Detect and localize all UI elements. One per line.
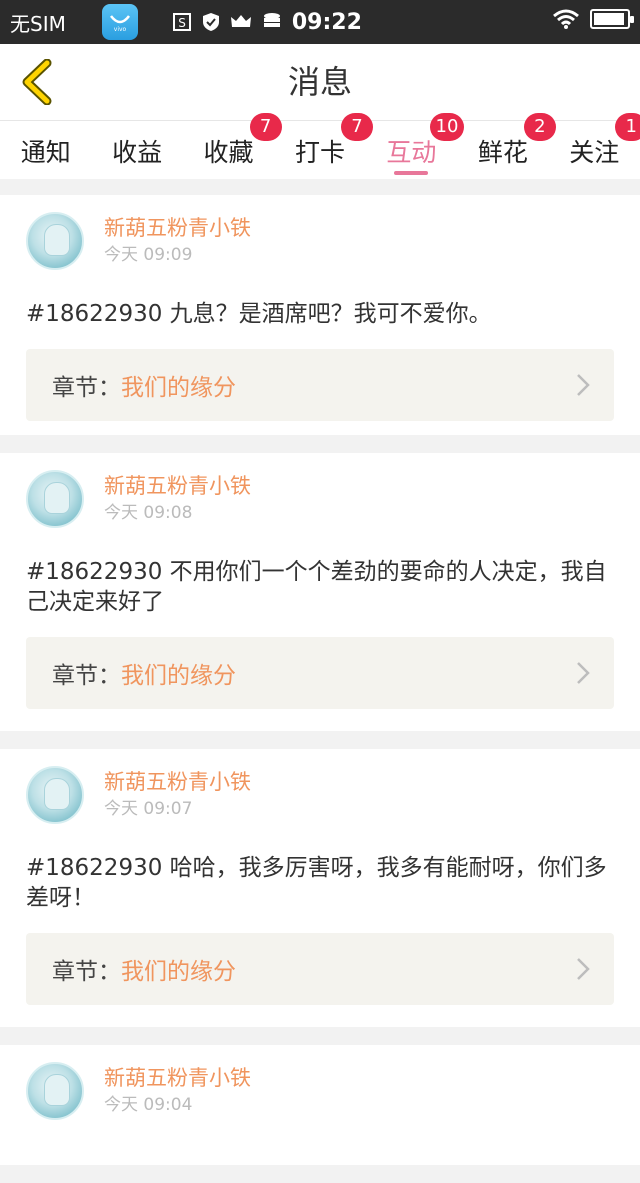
tab-earnings[interactable]: 收益	[112, 121, 162, 179]
unread-badge: 10	[429, 113, 465, 141]
chapter-label: 章节：	[52, 375, 121, 401]
avatar[interactable]	[26, 212, 84, 270]
avatar[interactable]	[26, 470, 84, 528]
chapter-label: 章节：	[52, 663, 121, 689]
sim-s-icon: S	[172, 13, 191, 31]
chapter-link[interactable]: 章节： 我们的缘分	[26, 933, 614, 1005]
chapter-title: 我们的缘分	[121, 663, 236, 689]
unread-badge: 7	[340, 113, 373, 141]
carrier-label: 无SIM	[10, 11, 66, 36]
status-bar: 无SIM vivo S 09:22	[0, 0, 640, 44]
wifi-icon	[553, 9, 579, 29]
clock: 09:22	[291, 9, 362, 35]
tab-interaction[interactable]: 互动 10	[386, 113, 465, 179]
chevron-right-icon	[577, 374, 590, 396]
message-card: 新葫五粉青小铁 今天 09:08 #18622930 不用你们一个个差劲的要命的…	[0, 453, 640, 731]
message-card: 新葫五粉青小铁 今天 09:04	[0, 1045, 640, 1165]
tab-checkin[interactable]: 打卡 7	[295, 113, 373, 179]
avatar[interactable]	[26, 766, 84, 824]
chapter-label: 章节：	[52, 959, 121, 985]
app-header: 消息	[0, 44, 640, 121]
page-title: 消息	[287, 63, 352, 101]
chapter-title: 我们的缘分	[121, 375, 236, 401]
username[interactable]: 新葫五粉青小铁	[104, 1064, 251, 1092]
username[interactable]: 新葫五粉青小铁	[104, 768, 251, 796]
username[interactable]: 新葫五粉青小铁	[104, 214, 251, 242]
message-text: #18622930 哈哈，我多厉害呀，我多有能耐呀，你们多差呀！	[26, 855, 607, 911]
timestamp: 今天 09:09	[104, 245, 193, 265]
username[interactable]: 新葫五粉青小铁	[104, 472, 251, 500]
tab-flowers[interactable]: 鲜花 2	[478, 113, 556, 179]
message-tabs: 通知 收益 收藏 7 打卡 7 互动 10 鲜花 2 关注 1	[0, 113, 640, 179]
avatar[interactable]	[26, 1062, 84, 1120]
message-card: 新葫五粉青小铁 今天 09:07 #18622930 哈哈，我多厉害呀，我多有能…	[0, 749, 640, 1027]
message-text: #18622930 九息？是酒席吧？我可不爱你。	[26, 301, 492, 327]
shield-icon	[202, 13, 219, 31]
chapter-link[interactable]: 章节： 我们的缘分	[26, 349, 614, 421]
svg-text:S: S	[178, 16, 186, 30]
chapter-link[interactable]: 章节： 我们的缘分	[26, 637, 614, 709]
tab-follow[interactable]: 关注 1	[569, 113, 640, 179]
message-card: 新葫五粉青小铁 今天 09:09 #18622930 九息？是酒席吧？我可不爱你…	[0, 195, 640, 435]
timestamp: 今天 09:08	[104, 503, 193, 523]
chevron-left-icon	[22, 59, 52, 105]
chapter-title: 我们的缘分	[121, 959, 236, 985]
unread-badge: 7	[249, 113, 282, 141]
timestamp: 今天 09:04	[104, 1095, 193, 1115]
tab-notice[interactable]: 通知	[21, 121, 71, 179]
message-text: #18622930 不用你们一个个差劲的要命的人决定，我自己决定来好了	[26, 559, 607, 615]
crown-icon	[230, 15, 251, 27]
timestamp: 今天 09:07	[104, 799, 193, 819]
message-feed: 新葫五粉青小铁 今天 09:09 #18622930 九息？是酒席吧？我可不爱你…	[0, 195, 640, 1183]
chevron-right-icon	[577, 958, 590, 980]
back-button[interactable]	[12, 56, 60, 108]
tab-favorites[interactable]: 收藏 7	[204, 113, 282, 179]
unread-badge: 1	[615, 113, 640, 141]
svg-text:vivo: vivo	[114, 26, 127, 32]
battery-icon	[590, 9, 634, 29]
storage-icon	[263, 13, 280, 27]
chevron-right-icon	[577, 662, 590, 684]
vivo-app-icon: vivo	[101, 4, 138, 40]
unread-badge: 2	[523, 113, 556, 141]
